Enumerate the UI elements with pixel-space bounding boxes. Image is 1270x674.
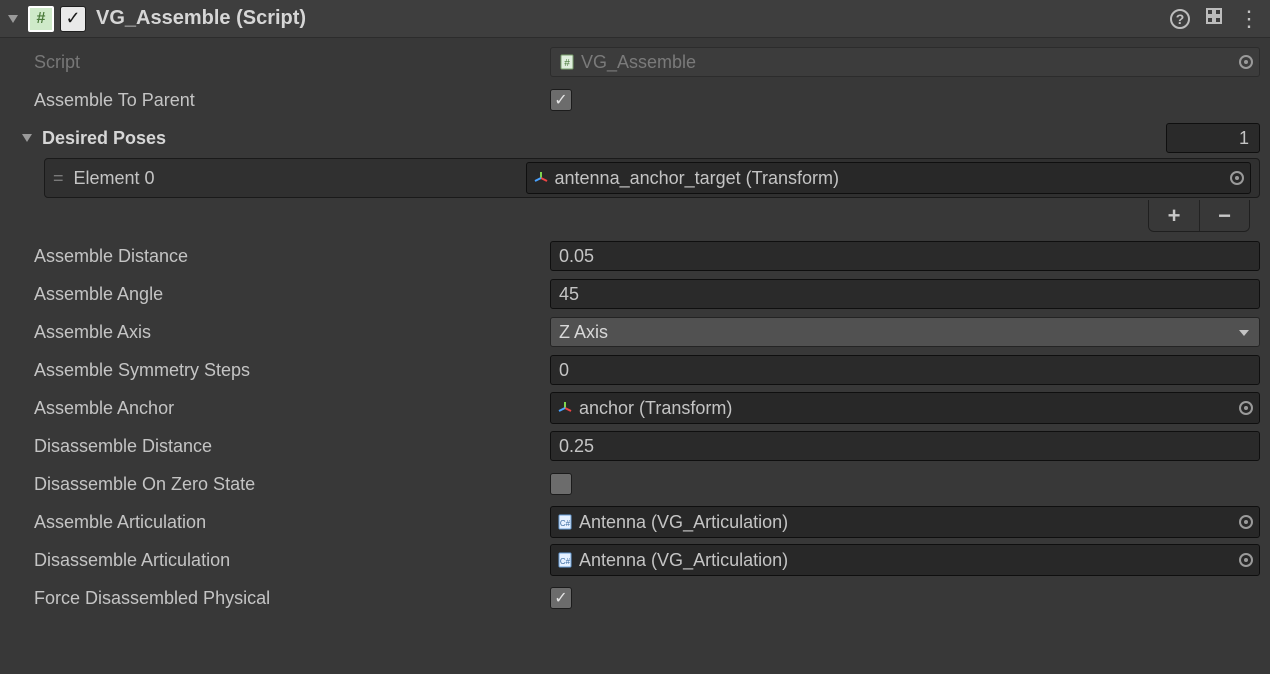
script-field: # VG_Assemble [550, 47, 1260, 77]
assemble-axis-row: Assemble Axis Z Axis [10, 314, 1260, 350]
list-buttons: + − [1148, 200, 1250, 232]
object-picker-icon[interactable] [1239, 515, 1253, 529]
force-disassembled-label: Force Disassembled Physical [10, 588, 550, 609]
disassemble-distance-label: Disassemble Distance [10, 436, 550, 457]
add-element-button[interactable]: + [1149, 200, 1199, 231]
svg-text:#: # [564, 58, 570, 69]
assemble-distance-input[interactable] [550, 241, 1260, 271]
desired-poses-label: Desired Poses [42, 128, 166, 149]
enable-checkbox[interactable] [60, 6, 86, 32]
assemble-to-parent-label: Assemble To Parent [10, 90, 550, 111]
presets-icon[interactable] [1204, 6, 1224, 31]
assemble-symmetry-input[interactable] [550, 355, 1260, 385]
list-footer: + − [10, 200, 1260, 236]
desired-poses-foldout-icon[interactable] [22, 134, 32, 142]
assemble-articulation-field[interactable]: C# Antenna (VG_Articulation) [550, 506, 1260, 538]
script-row: Script # VG_Assemble [10, 44, 1260, 80]
assemble-anchor-row: Assemble Anchor anchor (Transform) [10, 390, 1260, 426]
disassemble-articulation-label: Disassemble Articulation [10, 550, 550, 571]
script-value: VG_Assemble [581, 52, 696, 73]
desired-poses-element-0: = Element 0 antenna_anchor_target (Trans… [10, 158, 1260, 198]
assemble-to-parent-checkbox[interactable] [550, 89, 572, 111]
disassemble-zero-checkbox[interactable] [550, 473, 572, 495]
help-icon[interactable]: ? [1170, 9, 1190, 29]
disassemble-articulation-field[interactable]: C# Antenna (VG_Articulation) [550, 544, 1260, 576]
component-body: Script # VG_Assemble Assemble To Parent [0, 38, 1270, 626]
element0-object-field[interactable]: antenna_anchor_target (Transform) [526, 162, 1251, 194]
assemble-angle-label: Assemble Angle [10, 284, 550, 305]
component-header[interactable]: # VG_Assemble (Script) ? ⋮ [0, 0, 1270, 38]
disassemble-articulation-row: Disassemble Articulation C# Antenna (VG_… [10, 542, 1260, 578]
assemble-anchor-field[interactable]: anchor (Transform) [550, 392, 1260, 424]
assemble-axis-dropdown[interactable]: Z Axis [550, 317, 1260, 347]
assemble-angle-row: Assemble Angle [10, 276, 1260, 312]
script-asset-icon: # [559, 54, 575, 70]
transform-icon [557, 400, 573, 416]
drag-handle-icon[interactable]: = [53, 168, 62, 189]
disassemble-distance-row: Disassemble Distance [10, 428, 1260, 464]
list-element-row[interactable]: = Element 0 antenna_anchor_target (Trans… [44, 158, 1260, 198]
disassemble-distance-input[interactable] [550, 431, 1260, 461]
script-asset-icon: C# [557, 514, 573, 530]
assemble-to-parent-row: Assemble To Parent [10, 82, 1260, 118]
assemble-articulation-value: Antenna (VG_Articulation) [579, 512, 788, 533]
inspector-component: # VG_Assemble (Script) ? ⋮ Script # VG_A… [0, 0, 1270, 626]
transform-icon [533, 170, 549, 186]
header-icon-group: ? ⋮ [1170, 6, 1260, 31]
csharp-script-icon: # [28, 6, 54, 32]
assemble-distance-label: Assemble Distance [10, 246, 550, 267]
assemble-symmetry-label: Assemble Symmetry Steps [10, 360, 550, 381]
force-disassembled-row: Force Disassembled Physical [10, 580, 1260, 616]
foldout-toggle-icon[interactable] [8, 15, 18, 23]
svg-text:C#: C# [560, 557, 571, 566]
component-title: VG_Assemble (Script) [96, 7, 1164, 30]
assemble-articulation-label: Assemble Articulation [10, 512, 550, 533]
script-asset-icon: C# [557, 552, 573, 568]
element0-value: antenna_anchor_target (Transform) [555, 168, 839, 189]
disassemble-articulation-value: Antenna (VG_Articulation) [579, 550, 788, 571]
object-picker-icon[interactable] [1239, 401, 1253, 415]
remove-element-button[interactable]: − [1199, 200, 1249, 231]
assemble-axis-label: Assemble Axis [10, 322, 550, 343]
desired-poses-row: Desired Poses [10, 120, 1260, 156]
assemble-distance-row: Assemble Distance [10, 238, 1260, 274]
desired-poses-count-input[interactable] [1166, 123, 1260, 153]
assemble-angle-input[interactable] [550, 279, 1260, 309]
disassemble-zero-row: Disassemble On Zero State [10, 466, 1260, 502]
svg-text:C#: C# [560, 519, 571, 528]
element0-label: Element 0 [74, 168, 514, 189]
context-menu-icon[interactable]: ⋮ [1238, 14, 1260, 24]
assemble-anchor-value: anchor (Transform) [579, 398, 732, 419]
object-picker-icon [1239, 55, 1253, 69]
assemble-symmetry-row: Assemble Symmetry Steps [10, 352, 1260, 388]
script-label: Script [10, 52, 550, 73]
object-picker-icon[interactable] [1239, 553, 1253, 567]
assemble-axis-value: Z Axis [559, 322, 608, 343]
disassemble-zero-label: Disassemble On Zero State [10, 474, 550, 495]
assemble-articulation-row: Assemble Articulation C# Antenna (VG_Art… [10, 504, 1260, 540]
force-disassembled-checkbox[interactable] [550, 587, 572, 609]
object-picker-icon[interactable] [1230, 171, 1244, 185]
assemble-anchor-label: Assemble Anchor [10, 398, 550, 419]
